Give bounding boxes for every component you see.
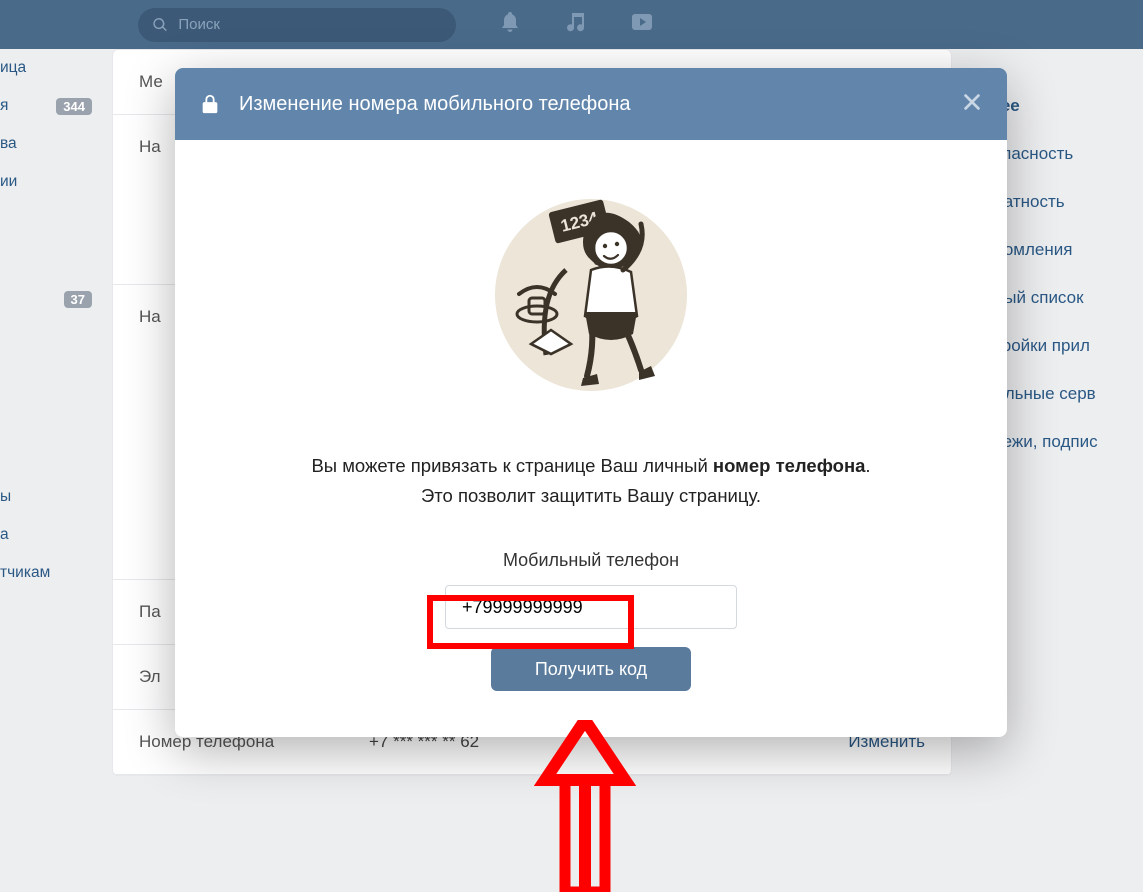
search-input[interactable]	[178, 16, 442, 33]
badge: 37	[64, 291, 92, 308]
get-code-button[interactable]: Получить код	[491, 647, 691, 691]
left-nav-item[interactable]: ица	[0, 49, 100, 87]
lock-icon	[199, 93, 221, 115]
left-nav-item[interactable]: я344	[0, 87, 100, 125]
operator-illustration: 1234	[491, 180, 691, 410]
top-nav	[0, 0, 1143, 49]
badge: 344	[56, 98, 92, 115]
left-nav-item[interactable]: 37	[0, 281, 100, 318]
left-nav-item[interactable]: ы	[0, 478, 100, 516]
bell-icon[interactable]	[498, 10, 522, 39]
change-phone-modal: Изменение номера мобильного телефона 123…	[175, 68, 1007, 737]
left-nav: ица я344 ва ии 37 ы а тчикам	[0, 49, 100, 592]
modal-close-button[interactable]	[961, 91, 983, 118]
left-nav-item[interactable]: ва	[0, 125, 100, 163]
top-icons	[498, 10, 654, 39]
close-icon	[961, 91, 983, 113]
modal-header: Изменение номера мобильного телефона	[175, 68, 1007, 140]
modal-title: Изменение номера мобильного телефона	[239, 93, 631, 116]
music-icon[interactable]	[564, 10, 588, 39]
search-icon	[152, 16, 168, 34]
video-icon[interactable]	[630, 10, 654, 39]
phone-input[interactable]	[445, 585, 737, 629]
left-nav-item[interactable]: а	[0, 516, 100, 554]
modal-body: 1234	[175, 140, 1007, 737]
left-nav-item[interactable]: ии	[0, 163, 100, 201]
left-nav-item[interactable]: тчикам	[0, 554, 100, 592]
modal-text: Вы можете привязать к странице Ваш личны…	[225, 451, 957, 510]
phone-field-label: Мобильный телефон	[225, 550, 957, 571]
search-box[interactable]	[138, 8, 456, 42]
